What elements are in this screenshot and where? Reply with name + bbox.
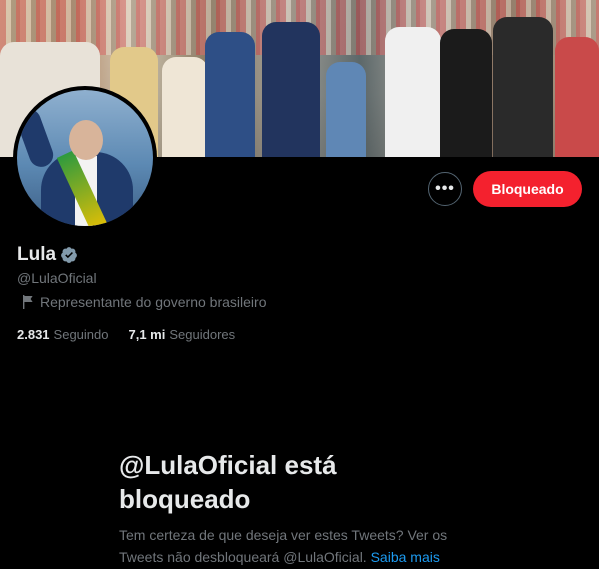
flag-icon: [23, 295, 33, 309]
banner-figure: [555, 37, 599, 157]
following-count: 2.831: [17, 327, 50, 342]
banner-figure: [385, 27, 441, 157]
learn-more-link[interactable]: Saiba mais: [371, 549, 440, 565]
blocked-title: @LulaOficial está bloqueado: [119, 450, 337, 514]
profile-name: Lula: [17, 244, 57, 265]
following-label: Seguindo: [53, 327, 109, 342]
blocked-description: Tem certeza de que deseja ver estes Twee…: [119, 524, 479, 568]
following-link[interactable]: 2.831 Seguindo: [17, 327, 109, 342]
profile-name-row: Lula: [17, 244, 78, 266]
followers-link[interactable]: 7,1 mi Seguidores: [129, 327, 236, 342]
profile-handle: @LulaOficial: [17, 270, 97, 286]
avatar-head: [69, 120, 103, 160]
more-icon: •••: [435, 180, 455, 197]
verified-badge-icon[interactable]: [60, 246, 78, 264]
banner-figure: [493, 17, 553, 157]
banner-figure: [262, 22, 320, 157]
avatar[interactable]: [17, 90, 153, 226]
blocked-button[interactable]: Bloqueado: [473, 171, 582, 207]
followers-count: 7,1 mi: [128, 327, 166, 342]
profile-label: Representante do governo brasileiro: [40, 294, 267, 310]
followers-label: Seguidores: [169, 327, 236, 342]
banner-figure: [205, 32, 255, 157]
profile-stats: 2.831 Seguindo 7,1 mi Seguidores: [17, 327, 255, 342]
blocked-button-label: Bloqueado: [491, 181, 564, 197]
profile-label-row: Representante do governo brasileiro: [22, 294, 266, 310]
banner-figure: [440, 29, 492, 157]
banner-figure: [326, 62, 366, 157]
more-button[interactable]: •••: [428, 172, 462, 206]
avatar-arm: [17, 105, 57, 171]
banner-figure: [162, 57, 208, 157]
